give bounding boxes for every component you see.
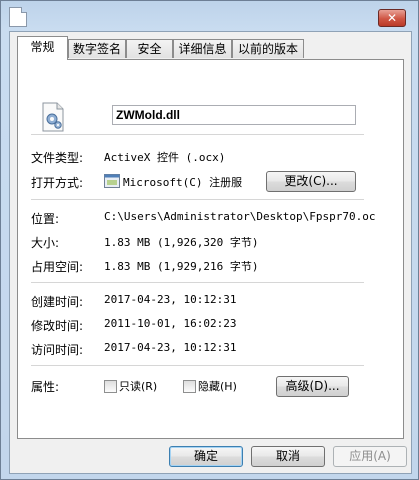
dll-settings-icon — [42, 102, 64, 132]
accessed-label: 访问时间: — [31, 343, 84, 357]
tab-security[interactable]: 安全 — [126, 39, 173, 58]
location-label: 位置: — [31, 212, 60, 226]
tab-digital-signatures[interactable]: 数字签名 — [68, 39, 126, 58]
modified-value: 2011-10-01, 16:02:23 — [104, 317, 237, 330]
size-on-disk-label: 占用空间: — [31, 260, 84, 274]
general-panel: ZWMold.dll 文件类型: ActiveX 控件 (.ocx) 打开方式:… — [17, 59, 404, 439]
opens-with-value: Microsoft(C) 注册服 — [123, 176, 243, 189]
title-bar[interactable]: ✕ — [1, 1, 418, 35]
created-value: 2017-04-23, 10:12:31 — [104, 293, 237, 306]
dialog-client-area: 常规 数字签名 安全 详细信息 以前的版本 ZWMold.dll 文件类型: A… — [9, 31, 412, 474]
tab-details[interactable]: 详细信息 — [173, 39, 232, 58]
readonly-checkbox[interactable] — [104, 380, 117, 393]
hidden-checkbox[interactable] — [183, 380, 196, 393]
cancel-button[interactable]: 取消 — [251, 446, 325, 467]
filename-field[interactable]: ZWMold.dll — [112, 105, 356, 125]
tab-general[interactable]: 常规 — [17, 36, 68, 60]
advanced-button[interactable]: 高级(D)... — [276, 376, 349, 397]
readonly-label[interactable]: 只读(R) — [119, 378, 157, 394]
divider — [31, 365, 364, 366]
modified-label: 修改时间: — [31, 319, 84, 333]
tab-previous-versions[interactable]: 以前的版本 — [232, 39, 304, 58]
opens-with-label: 打开方式: — [31, 176, 84, 190]
size-value: 1.83 MB (1,926,320 字节) — [104, 236, 259, 249]
attributes-label: 属性: — [31, 380, 60, 394]
close-button[interactable]: ✕ — [378, 9, 406, 27]
ok-button[interactable]: 确定 — [169, 446, 243, 467]
accessed-value: 2017-04-23, 10:12:31 — [104, 341, 237, 354]
file-type-value: ActiveX 控件 (.ocx) — [104, 151, 226, 164]
divider — [31, 134, 364, 135]
divider — [31, 199, 364, 200]
app-icon — [104, 174, 120, 188]
file-type-label: 文件类型: — [31, 151, 84, 165]
location-value: C:\Users\Administrator\Desktop\Fpspr70.o… — [104, 210, 376, 223]
properties-window: ✕ 常规 数字签名 安全 详细信息 以前的版本 ZWMold.dll 文件类型:… — [0, 0, 419, 480]
apply-button[interactable]: 应用(A) — [333, 446, 407, 467]
size-on-disk-value: 1.83 MB (1,929,216 字节) — [104, 260, 259, 273]
change-button[interactable]: 更改(C)... — [266, 171, 356, 192]
divider — [31, 282, 364, 283]
created-label: 创建时间: — [31, 295, 84, 309]
file-icon — [9, 7, 27, 27]
size-label: 大小: — [31, 236, 60, 250]
hidden-label[interactable]: 隐藏(H) — [198, 378, 237, 394]
